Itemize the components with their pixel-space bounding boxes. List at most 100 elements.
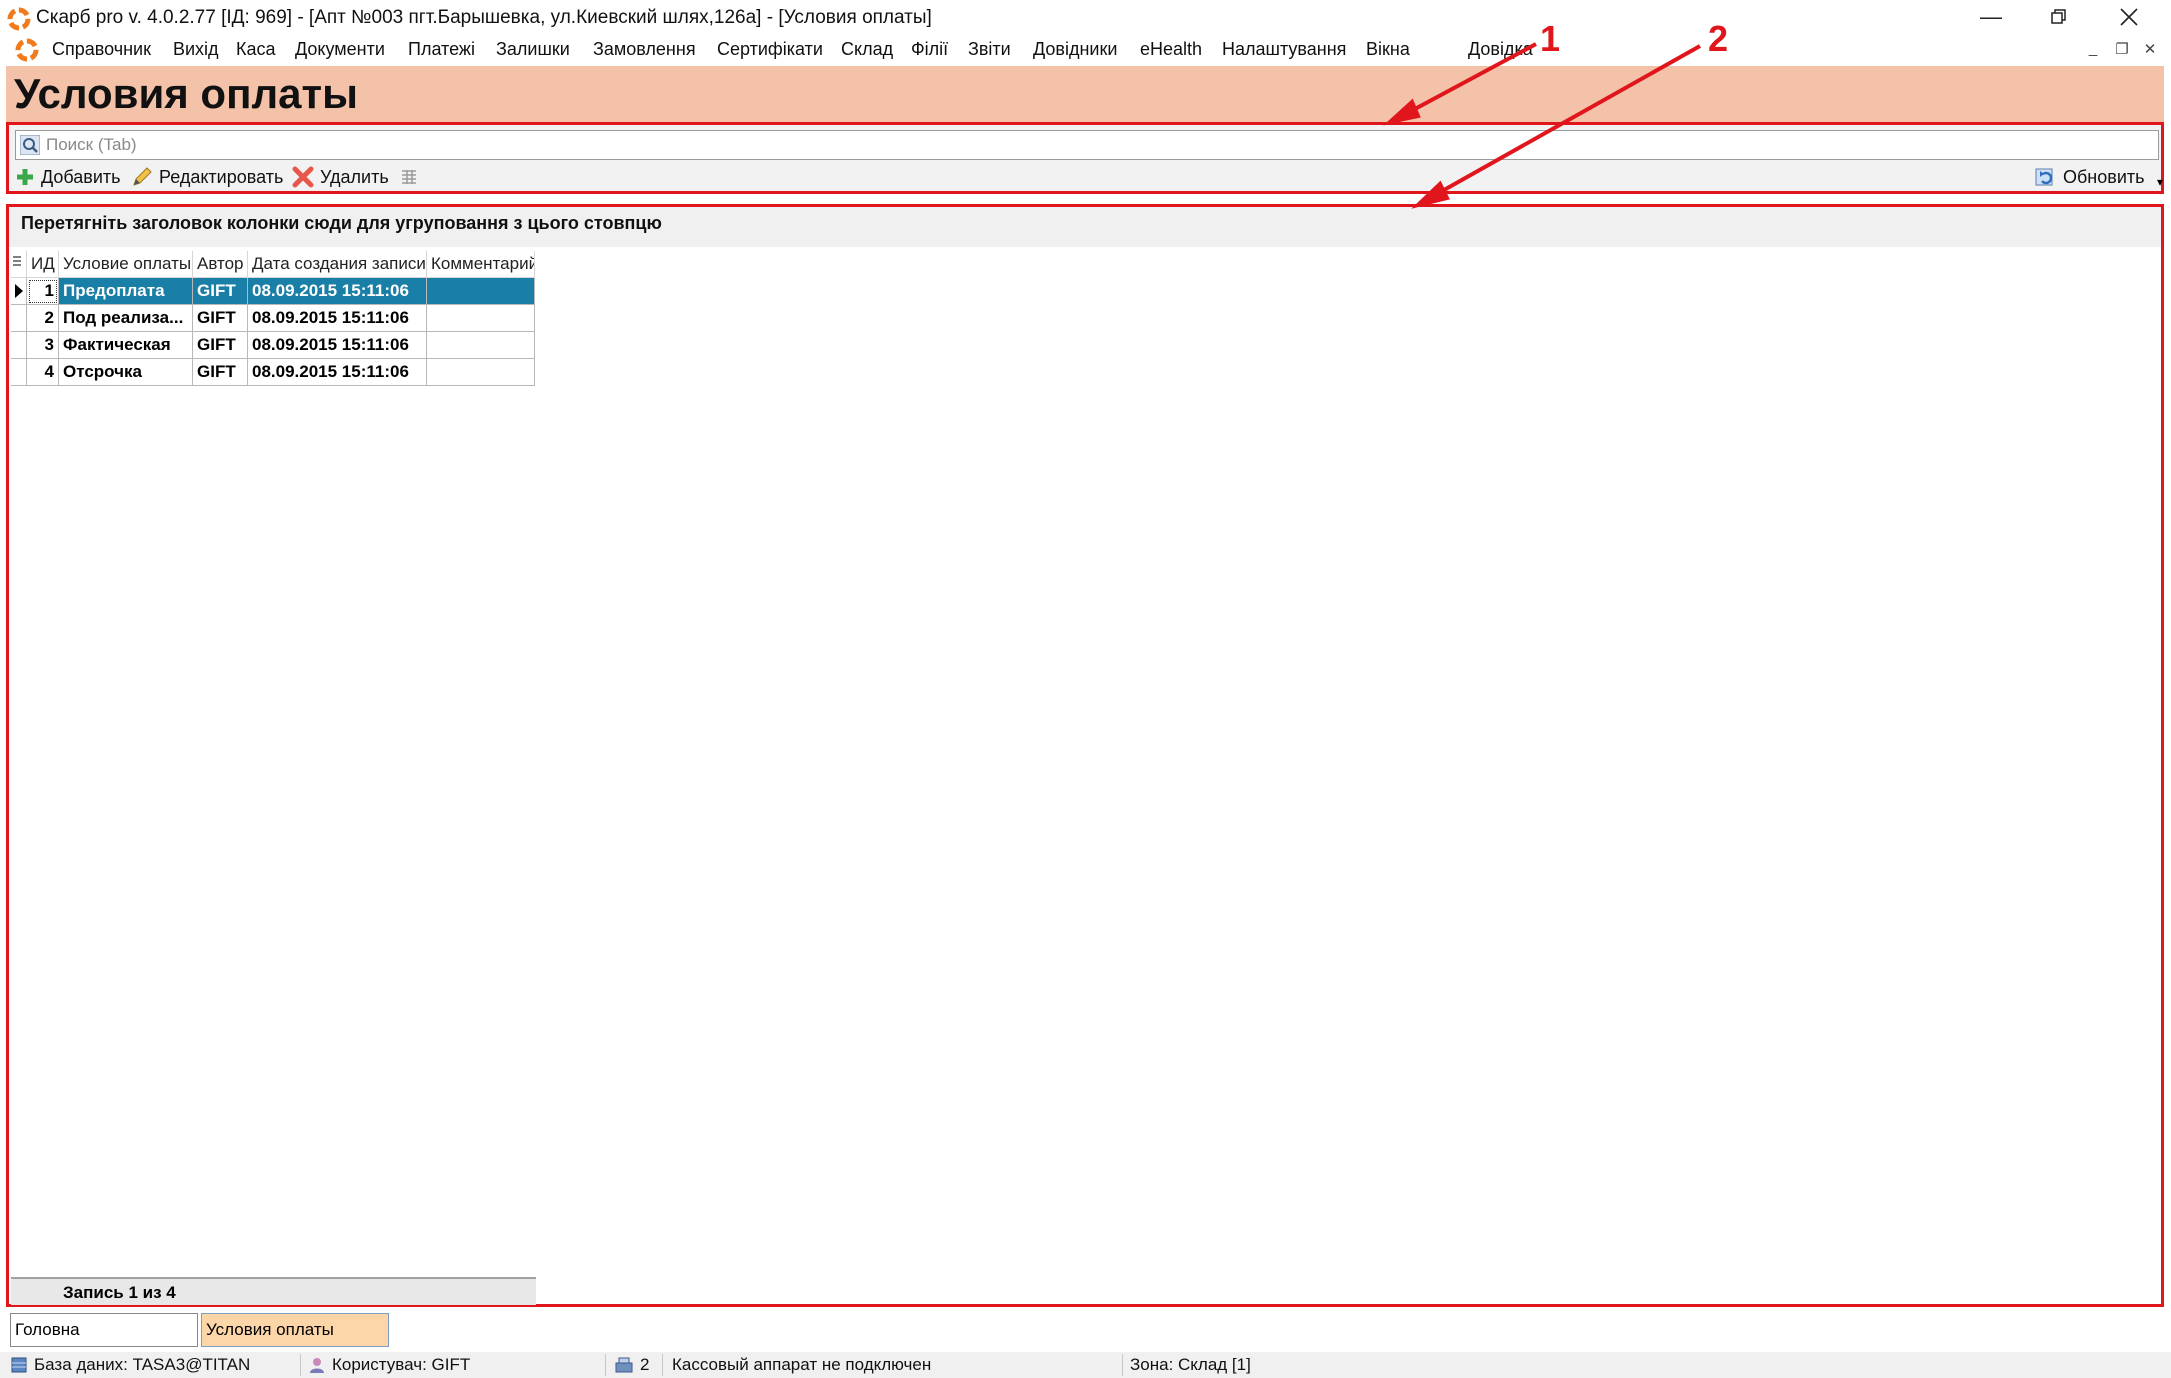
search-placeholder: Поиск (Tab) xyxy=(46,135,137,154)
cell-comment[interactable] xyxy=(427,359,535,386)
status-separator xyxy=(662,1354,663,1376)
cell-author[interactable]: GIFT xyxy=(193,278,248,305)
restore-icon xyxy=(2051,9,2066,24)
cell-id[interactable]: 1 xyxy=(27,278,59,305)
toolbar-overflow-icon[interactable]: ▾ xyxy=(2157,175,2163,189)
cell-author[interactable]: GIFT xyxy=(193,359,248,386)
status-separator xyxy=(300,1354,301,1376)
menu-item-warehouse[interactable]: Склад xyxy=(841,39,893,60)
tab-payment-terms[interactable]: Условия оплаты xyxy=(201,1313,389,1347)
columns-icon xyxy=(402,170,416,184)
edit-button[interactable]: Редактировать xyxy=(131,163,283,191)
cell-condition[interactable]: Под реализа... xyxy=(59,305,193,332)
page-title: Условия оплаты xyxy=(14,70,358,117)
menu-item-windows[interactable]: Вікна xyxy=(1366,39,1410,60)
cell-created[interactable]: 08.09.2015 15:11:06 xyxy=(248,305,427,332)
refresh-icon xyxy=(2035,168,2053,186)
row-indicator xyxy=(11,359,27,386)
mdi-restore-icon[interactable]: ❐ xyxy=(2110,40,2134,62)
toolbar-region: Поиск (Tab) Добавить Редактировать Удали… xyxy=(6,122,2164,194)
status-database-text: База даних: TASA3@TITAN xyxy=(34,1355,251,1374)
minimize-icon: — xyxy=(1980,4,2002,29)
row-indicator-icon xyxy=(11,278,27,305)
add-button[interactable]: Добавить xyxy=(15,163,121,191)
column-header-id[interactable]: ИД xyxy=(27,251,59,278)
group-by-panel[interactable]: Перетягніть заголовок колонки сюди для у… xyxy=(9,207,2161,247)
status-zone-text: Зона: Склад [1] xyxy=(1130,1355,1251,1374)
menu-item-reports[interactable]: Звіти xyxy=(968,39,1011,60)
columns-button[interactable] xyxy=(399,163,425,191)
edit-button-label: Редактировать xyxy=(159,166,284,187)
menu-item-certificates[interactable]: Сертифікати xyxy=(717,39,823,60)
cell-created[interactable]: 08.09.2015 15:11:06 xyxy=(248,278,427,305)
menu-item-spravochnik[interactable]: Справочник xyxy=(52,39,151,60)
user-icon xyxy=(310,1358,324,1373)
status-user: Користувач: GIFT xyxy=(308,1355,470,1375)
pencil-icon xyxy=(133,167,152,186)
grid-footer: Запись 1 из 4 xyxy=(11,1277,536,1305)
status-cash-register: Кассовый аппарат не подключен xyxy=(672,1355,931,1375)
column-header-condition[interactable]: Условие оплаты xyxy=(59,251,193,278)
cell-id[interactable]: 3 xyxy=(27,332,59,359)
annotation-number-2: 2 xyxy=(1708,18,1729,59)
cell-condition[interactable]: Фактическая xyxy=(59,332,193,359)
status-cash-count-text: 2 xyxy=(640,1355,650,1374)
app-menu-icon[interactable] xyxy=(14,37,40,63)
mdi-minimize-icon[interactable]: _ xyxy=(2081,40,2105,62)
cell-condition[interactable]: Предоплата xyxy=(59,278,193,305)
menu-item-balances[interactable]: Залишки xyxy=(496,39,570,60)
cell-comment[interactable] xyxy=(427,305,535,332)
delete-button-label: Удалить xyxy=(320,166,389,187)
column-header-created[interactable]: Дата создания записи xyxy=(248,251,427,278)
menu-item-directories[interactable]: Довідники xyxy=(1033,39,1117,60)
cell-id[interactable]: 2 xyxy=(27,305,59,332)
cell-created[interactable]: 08.09.2015 15:11:06 xyxy=(248,332,427,359)
tab-home[interactable]: Головна xyxy=(10,1313,198,1347)
close-icon xyxy=(2120,8,2138,26)
status-cash-count: 2 xyxy=(614,1355,649,1375)
record-counter: Запись 1 из 4 xyxy=(63,1283,176,1302)
search-input[interactable]: Поиск (Tab) xyxy=(15,130,2159,160)
menu-item-help[interactable]: Довідка xyxy=(1468,39,1533,60)
grid-region: Перетягніть заголовок колонки сюди для у… xyxy=(6,204,2164,1307)
status-separator xyxy=(1122,1354,1123,1376)
column-header-comment[interactable]: Комментарий xyxy=(427,251,535,278)
grid-options-icon[interactable] xyxy=(11,251,27,278)
menu-item-kasa[interactable]: Каса xyxy=(236,39,276,60)
delete-button[interactable]: Удалить xyxy=(292,163,389,191)
page-header: Условия оплаты xyxy=(6,66,2164,122)
restore-button[interactable] xyxy=(2024,0,2094,34)
search-icon xyxy=(20,135,40,155)
cell-condition[interactable]: Отсрочка xyxy=(59,359,193,386)
menu-item-settings[interactable]: Налаштування xyxy=(1222,39,1346,60)
cash-register-icon xyxy=(615,1357,633,1373)
plus-icon xyxy=(17,169,33,185)
cell-created[interactable]: 08.09.2015 15:11:06 xyxy=(248,359,427,386)
menu-item-documents[interactable]: Документи xyxy=(295,39,385,60)
status-database: База даних: TASA3@TITAN xyxy=(10,1355,250,1375)
menu-item-branches[interactable]: Філії xyxy=(911,39,948,60)
cell-comment[interactable] xyxy=(427,278,535,305)
menu-item-orders[interactable]: Замовлення xyxy=(593,39,696,60)
status-user-text: Користувач: GIFT xyxy=(332,1355,471,1374)
menu-bar: Справочник Вихід Каса Документи Платежі … xyxy=(0,36,2171,66)
refresh-button[interactable]: Обновить xyxy=(2035,163,2145,191)
app-logo-icon xyxy=(7,7,31,31)
menu-item-exit[interactable]: Вихід xyxy=(173,39,219,60)
row-indicator xyxy=(11,332,27,359)
mdi-close-icon[interactable]: ✕ xyxy=(2138,40,2162,62)
cell-comment[interactable] xyxy=(427,332,535,359)
close-button[interactable] xyxy=(2094,0,2164,34)
cell-author[interactable]: GIFT xyxy=(193,305,248,332)
cell-id[interactable]: 4 xyxy=(27,359,59,386)
column-header-author[interactable]: Автор xyxy=(193,251,248,278)
cell-author[interactable]: GIFT xyxy=(193,332,248,359)
menu-item-ehealth[interactable]: eHealth xyxy=(1140,39,1202,60)
database-icon xyxy=(11,1357,27,1373)
delete-x-icon xyxy=(292,166,314,188)
row-indicator xyxy=(11,305,27,332)
annotation-number-1: 1 xyxy=(1540,18,1561,59)
menu-item-payments[interactable]: Платежі xyxy=(408,39,475,60)
group-by-hint: Перетягніть заголовок колонки сюди для у… xyxy=(21,213,662,233)
minimize-button[interactable]: — xyxy=(1956,0,2026,34)
